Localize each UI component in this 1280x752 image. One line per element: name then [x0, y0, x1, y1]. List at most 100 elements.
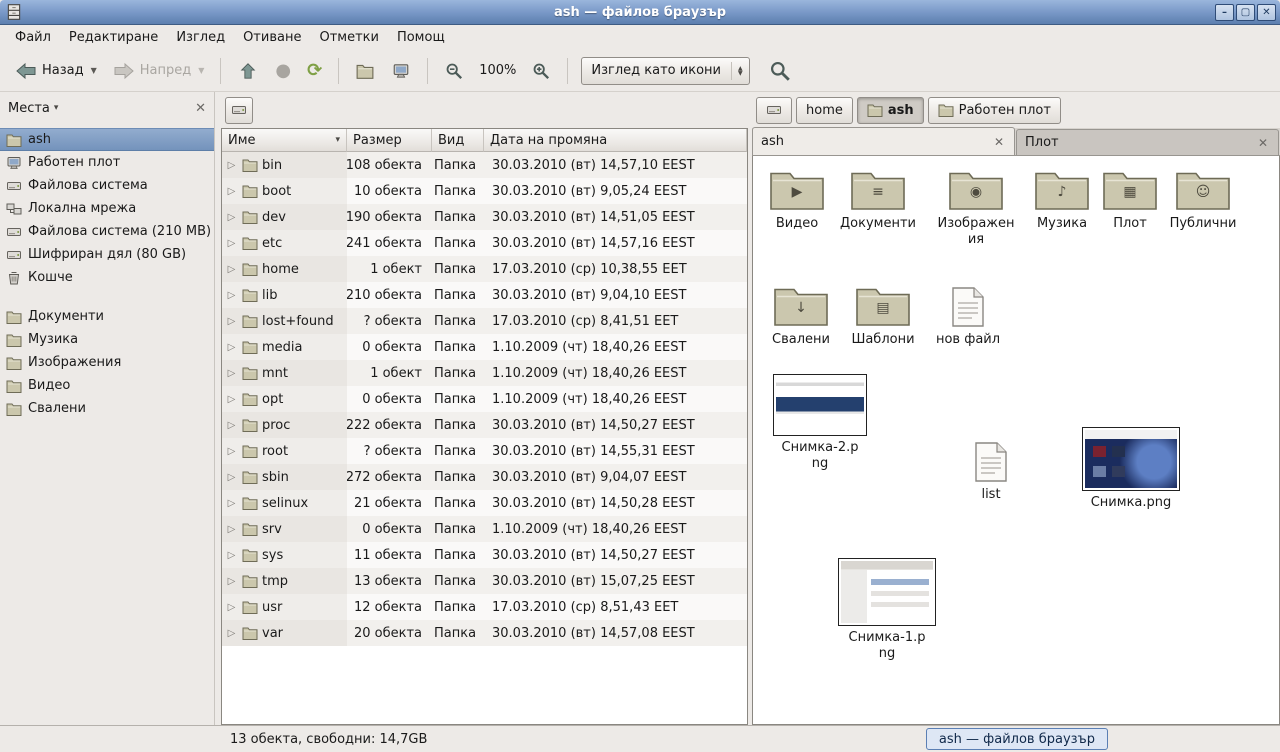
- table-row[interactable]: ▷ home 1 обект Папка 17.03.2010 (ср) 10,…: [222, 256, 747, 282]
- tab[interactable]: ash ✕: [752, 127, 1015, 155]
- breadcrumb-button[interactable]: home: [796, 97, 853, 124]
- icon-view-item[interactable]: ☺ Публични: [1153, 168, 1253, 232]
- expander-icon[interactable]: ▷: [225, 316, 238, 327]
- expander-icon[interactable]: ▷: [225, 238, 238, 249]
- expander-icon[interactable]: ▷: [225, 472, 238, 483]
- expander-icon[interactable]: ▷: [225, 368, 238, 379]
- icon-view-item[interactable]: Снимка-2.png: [770, 374, 870, 472]
- table-row[interactable]: ▷ mnt 1 обект Папка 1.10.2009 (чт) 18,40…: [222, 360, 747, 386]
- table-row[interactable]: ▷ usr 12 обекта Папка 17.03.2010 (ср) 8,…: [222, 594, 747, 620]
- back-button[interactable]: Назад ▼: [8, 57, 104, 85]
- table-row[interactable]: ▷ selinux 21 обекта Папка 30.03.2010 (вт…: [222, 490, 747, 516]
- reload-button[interactable]: ⟳: [300, 57, 329, 85]
- table-row[interactable]: ▷ root ? обекта Папка 30.03.2010 (вт) 14…: [222, 438, 747, 464]
- expander-icon[interactable]: ▷: [225, 160, 238, 171]
- tab-close-icon[interactable]: ✕: [1256, 136, 1270, 150]
- table-row[interactable]: ▷ media 0 обекта Папка 1.10.2009 (чт) 18…: [222, 334, 747, 360]
- expander-icon[interactable]: ▷: [225, 498, 238, 509]
- expander-icon[interactable]: ▷: [225, 394, 238, 405]
- menu-item[interactable]: Файл: [6, 27, 60, 48]
- table-row[interactable]: ▷ lib 210 обекта Папка 30.03.2010 (вт) 9…: [222, 282, 747, 308]
- expander-icon[interactable]: ▷: [225, 342, 238, 353]
- stop-button[interactable]: ●: [268, 57, 298, 85]
- table-row[interactable]: ▷ srv 0 обекта Папка 1.10.2009 (чт) 18,4…: [222, 516, 747, 542]
- table-row[interactable]: ▷ proc 222 обекта Папка 30.03.2010 (вт) …: [222, 412, 747, 438]
- icon-view[interactable]: ▶ Видео ≡ Документи: [752, 156, 1280, 725]
- table-row[interactable]: ▷ opt 0 обекта Папка 1.10.2009 (чт) 18,4…: [222, 386, 747, 412]
- icon-view-item[interactable]: Снимка-1.png: [837, 558, 937, 662]
- sidebar-item[interactable]: Шифриран дял (80 GB): [0, 243, 214, 266]
- table-row[interactable]: ▷ tmp 13 обекта Папка 30.03.2010 (вт) 15…: [222, 568, 747, 594]
- minimize-button[interactable]: –: [1215, 4, 1234, 21]
- sidebar-item[interactable]: Изображения: [0, 351, 214, 374]
- column-header-size[interactable]: Размер: [347, 129, 432, 152]
- sidebar-item[interactable]: Документи: [0, 305, 214, 328]
- table-row[interactable]: ▷ sbin 272 обекта Папка 30.03.2010 (вт) …: [222, 464, 747, 490]
- sidebar-item[interactable]: Видео: [0, 374, 214, 397]
- column-header-name[interactable]: Име ▾: [222, 129, 347, 152]
- sidebar-item[interactable]: Музика: [0, 328, 214, 351]
- sidebar-close-icon[interactable]: ✕: [195, 101, 206, 116]
- expander-icon[interactable]: ▷: [225, 290, 238, 301]
- icon-view-item[interactable]: ≡ Документи: [828, 168, 928, 232]
- menu-item[interactable]: Отметки: [310, 27, 387, 48]
- breadcrumb-button[interactable]: [756, 97, 792, 124]
- expander-icon[interactable]: ▷: [225, 550, 238, 561]
- menu-item[interactable]: Редактиране: [60, 27, 167, 48]
- expander-icon[interactable]: ▷: [225, 628, 238, 639]
- titlebar[interactable]: ash — файлов браузър – ▢ ✕: [0, 0, 1280, 25]
- column-header-date[interactable]: Дата на промяна: [484, 129, 747, 152]
- close-button[interactable]: ✕: [1257, 4, 1276, 21]
- home-button[interactable]: [348, 57, 382, 85]
- expander-icon[interactable]: ▷: [225, 420, 238, 431]
- view-mode-select[interactable]: Изглед като икони ▲▼: [581, 57, 749, 85]
- taskbar-window-button[interactable]: ash — файлов браузър: [926, 728, 1108, 750]
- menu-item[interactable]: Отиване: [234, 27, 310, 48]
- breadcrumb-button[interactable]: ash: [857, 97, 924, 124]
- sidebar-item[interactable]: Локална мрежа: [0, 197, 214, 220]
- computer-button[interactable]: [384, 57, 418, 85]
- expander-icon[interactable]: ▷: [225, 576, 238, 587]
- forward-button[interactable]: Напред ▼: [106, 57, 212, 85]
- icon-view-item[interactable]: ◉ Изображения: [926, 168, 1026, 248]
- status-text: 13 обекта, свободни: 14,7GB: [0, 732, 427, 747]
- table-row[interactable]: ▷ dev 190 обекта Папка 30.03.2010 (вт) 1…: [222, 204, 747, 230]
- file-size: 13 обекта: [347, 568, 432, 594]
- sidebar-item[interactable]: Файлова система: [0, 174, 214, 197]
- maximize-button[interactable]: ▢: [1236, 4, 1255, 21]
- expander-icon[interactable]: ▷: [225, 264, 238, 275]
- zoom-in-button[interactable]: [524, 57, 558, 85]
- expander-icon[interactable]: ▷: [225, 524, 238, 535]
- icon-view-item[interactable]: Снимка.png: [1081, 427, 1181, 511]
- table-row[interactable]: ▷ boot 10 обекта Папка 30.03.2010 (вт) 9…: [222, 178, 747, 204]
- table-row[interactable]: ▷ bin 108 обекта Папка 30.03.2010 (вт) 1…: [222, 152, 747, 178]
- menu-item[interactable]: Изглед: [167, 27, 234, 48]
- table-row[interactable]: ▷ sys 11 обекта Папка 30.03.2010 (вт) 14…: [222, 542, 747, 568]
- search-button[interactable]: [762, 55, 798, 87]
- expander-icon[interactable]: ▷: [225, 186, 238, 197]
- sidebar-item[interactable]: Свалени: [0, 397, 214, 420]
- sidebar-item[interactable]: ash: [0, 128, 214, 151]
- tab-close-icon[interactable]: ✕: [992, 135, 1006, 149]
- expander-icon[interactable]: ▷: [225, 212, 238, 223]
- chevron-down-icon[interactable]: ▾: [54, 103, 59, 113]
- up-button[interactable]: [230, 57, 266, 85]
- tab[interactable]: Плот ✕: [1016, 129, 1279, 155]
- menu-item[interactable]: Помощ: [388, 27, 454, 48]
- expander-icon[interactable]: ▷: [225, 602, 238, 613]
- breadcrumb-button[interactable]: Работен плот: [928, 97, 1061, 124]
- root-breadcrumb-button[interactable]: [225, 97, 253, 124]
- table-row[interactable]: ▷ etc 241 обекта Папка 30.03.2010 (вт) 1…: [222, 230, 747, 256]
- sidebar-title[interactable]: Места: [8, 101, 50, 116]
- sidebar-item[interactable]: Кошче: [0, 266, 214, 289]
- zoom-out-button[interactable]: [437, 57, 471, 85]
- icon-view-item[interactable]: list: [941, 441, 1041, 503]
- back-history-chevron-icon[interactable]: ▼: [91, 66, 97, 75]
- table-row[interactable]: ▷ lost+found ? обекта Папка 17.03.2010 (…: [222, 308, 747, 334]
- sidebar-item[interactable]: Файлова система (210 MB): [0, 220, 214, 243]
- expander-icon[interactable]: ▷: [225, 446, 238, 457]
- icon-view-item[interactable]: нов файл: [918, 286, 1018, 348]
- column-header-type[interactable]: Вид: [432, 129, 484, 152]
- sidebar-item[interactable]: Работен плот: [0, 151, 214, 174]
- table-row[interactable]: ▷ var 20 обекта Папка 30.03.2010 (вт) 14…: [222, 620, 747, 646]
